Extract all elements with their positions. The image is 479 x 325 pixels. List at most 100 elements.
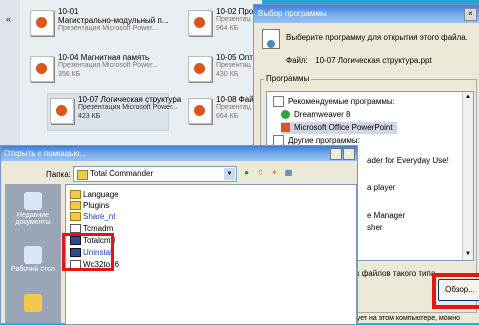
look-in-value: Total Commander [90,169,154,178]
list-item-partial[interactable]: a player [367,182,395,194]
list-item-label: e Manager [367,211,406,220]
look-in-label: Папка: [46,170,71,179]
folder-icon [70,201,81,211]
file-size: 356 КБ [58,71,81,78]
list-item-label: a player [367,183,396,192]
desktop-icon [24,246,42,264]
powerpoint-file-icon [188,98,212,124]
up-folder-icon[interactable]: ⇧ [255,167,266,178]
list-item-partial[interactable]: sher [367,222,383,234]
file-type: Презентация Microsoft Power... [58,25,158,32]
collapse-arrow-icon[interactable]: « [6,14,11,24]
dreamweaver-icon [281,110,290,120]
file-type: Презентац [216,62,251,69]
file-tile-10-02[interactable]: 10-02 Прои Презентац 964 КБ [186,6,262,42]
folder-icon [70,190,81,200]
open-file-dialog: Открыть с помощью... ? × Папка: Total Co… [0,145,358,325]
file-name: 10-04 Магнитная память [58,53,150,62]
explorer-left-strip: « [0,0,20,148]
powerpoint-icon [281,123,290,133]
list-item-label: ader for Everyday Use! [367,156,449,165]
look-in-dropdown[interactable]: Total Commander ▼ [73,166,237,182]
file-name: Share_nt [83,212,116,221]
powerpoint-file-icon [188,56,212,82]
view-menu-icon[interactable]: ▦ [283,167,294,178]
folder-icon [70,212,81,222]
open-with-help-text: твует на этом компьютере, можно [350,315,461,322]
file-name: Plugins [83,201,110,210]
file-type: Презентац [216,16,251,23]
list-item-partial[interactable]: ader for Everyday Use! [367,155,449,167]
always-use-checkbox-label[interactable]: к файлов такого типа [356,269,435,278]
browse-button[interactable]: Обзор... [438,279,479,301]
file-name-value: 10-07 Логическая структура.ppt [315,56,432,65]
file-name: 10-07 Логическая структура [78,95,182,104]
list-item-label: Dreamweaver 8 [294,110,351,119]
help-icon[interactable]: ? [330,148,342,160]
list-item[interactable]: Share_nt [70,211,115,222]
file-type: Презентац [216,104,251,111]
file-type: Презентация Microsoft Power... [58,62,158,69]
file-tile-10-08[interactable]: 10-08 Фай. Презентац 664 КБ [186,94,262,130]
open-with-prompt: Выберите программу для открытия этого фа… [286,33,468,42]
file-size: 964 КБ [216,25,239,32]
powerpoint-file-icon [50,98,74,124]
folder-icon [77,170,88,180]
back-icon[interactable]: ● [241,167,252,178]
file-type: Презентация Microsoft Power... [78,104,178,111]
file-tile-10-01[interactable]: 10-01 Магистрально-модульный п... Презен… [28,6,168,42]
place-label: Рабочий стол [11,266,55,273]
program-chooser-icon [262,29,280,49]
place-label: Недавние документы [15,212,51,226]
file-name: 10-05 Опти [216,53,258,62]
list-item-label: Рекомендуемые программы: [288,97,395,106]
list-item-partial[interactable]: e Manager [367,210,405,222]
explorer-file-pane: « 10-01 Магистрально-модульный п... През… [0,0,262,148]
file-name: Tcmadm [83,224,114,233]
places-desktop[interactable]: Рабочий стол [5,246,61,273]
programs-list-scrollbar[interactable]: ▲ ▼ [462,92,473,260]
totalcmd-highlight [62,233,114,271]
list-item[interactable]: Language [70,189,119,200]
file-name: 10-01 [58,7,79,16]
file-tile-10-07-selected[interactable]: 10-07 Логическая структура Презентация M… [47,93,181,131]
places-recent-documents[interactable]: Недавние документы [5,192,61,226]
chevron-down-icon[interactable]: ▼ [224,168,235,180]
list-item-label: sher [367,223,383,232]
list-item-label: Другие программы: [288,136,360,145]
file-name: 10-08 Фай. [216,95,256,104]
file-label: Файл: [286,56,308,65]
places-bar: Недавние документы Рабочий стол [5,184,61,323]
file-tile-10-05[interactable]: 10-05 Опти Презентац 430 КБ [186,52,262,88]
list-item-recommended-header: Рекомендуемые программы: [273,96,395,108]
scroll-up-icon[interactable]: ▲ [464,93,472,102]
close-icon[interactable]: × [464,8,477,21]
places-my-documents[interactable] [5,294,61,314]
list-item-label: Microsoft Office PowerPoint [294,123,393,132]
close-icon[interactable]: × [343,148,355,160]
list-item-powerpoint[interactable]: Microsoft Office PowerPoint [281,122,397,134]
new-folder-icon[interactable]: ✦ [269,167,280,178]
open-with-title: Выбор программы [258,9,327,18]
programs-group-label: Программы [264,74,312,83]
file-name: 10-02 Прои [216,7,258,16]
file-name: Language [83,190,119,199]
open-with-file-row: Файл: 10-07 Логическая структура.ppt [286,56,432,65]
powerpoint-file-icon [30,10,54,36]
recent-documents-icon [24,192,42,210]
file-size: 664 КБ [216,113,239,120]
recommended-icon [273,96,284,108]
open-with-title-bar[interactable]: Выбор программы × [254,5,479,23]
scroll-down-icon[interactable]: ▼ [464,250,472,259]
file-tile-10-04[interactable]: 10-04 Магнитная память Презентация Micro… [28,52,158,88]
list-item-dreamweaver[interactable]: Dreamweaver 8 [281,109,350,121]
powerpoint-file-icon [188,10,212,36]
open-dialog-title: Открыть с помощью... [4,149,87,158]
file-size: 430 КБ [216,71,239,78]
list-item[interactable]: Plugins [70,200,109,211]
my-documents-icon [24,294,42,312]
powerpoint-file-icon [30,56,54,82]
file-name-line2: Магистрально-модульный п... [58,16,169,25]
open-dialog-title-bar[interactable]: Открыть с помощью... ? × [1,146,357,161]
file-size: 423 КБ [78,113,101,120]
